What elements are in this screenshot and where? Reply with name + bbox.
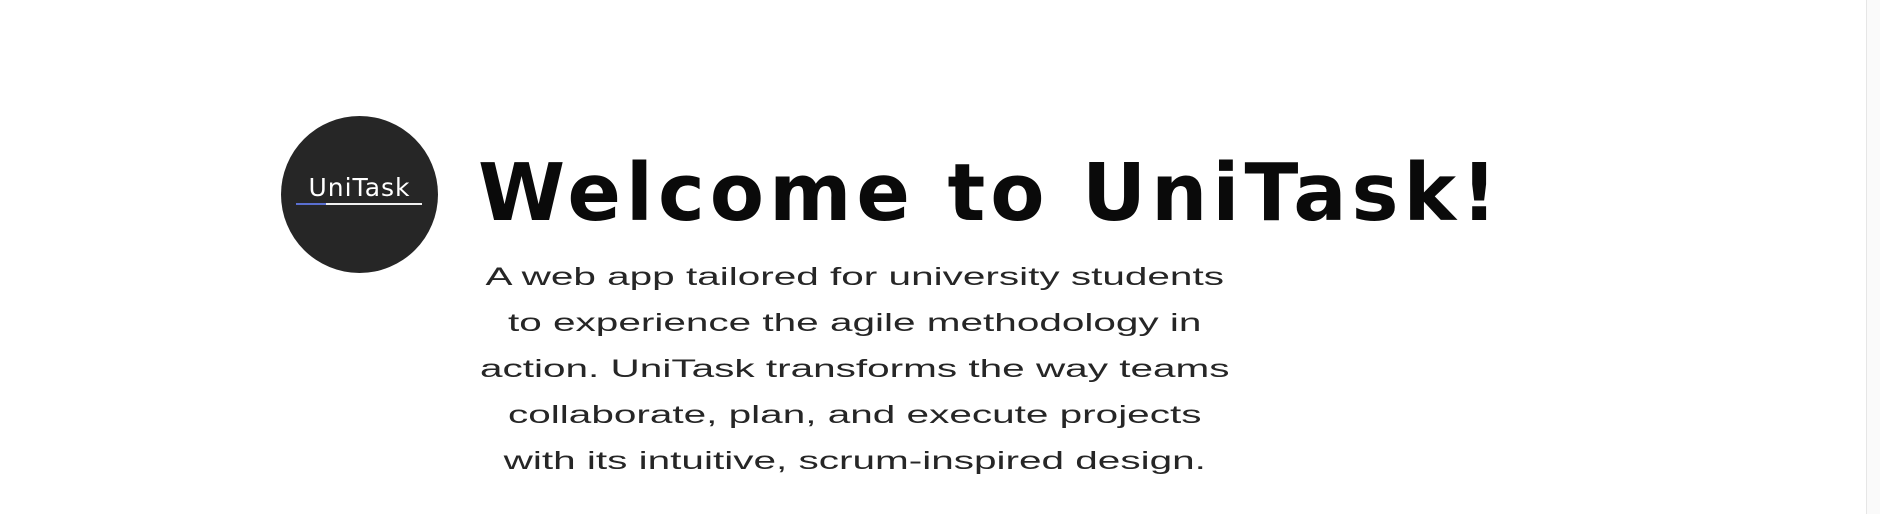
logo-wordmark: UniTask [308,173,411,202]
welcome-title: Welcome to UniTask! [478,147,1503,239]
scrollbar[interactable] [1866,0,1880,514]
logo-underline-accent [296,203,326,205]
hero-description: A web app tailored for university studen… [479,263,1230,475]
unitask-logo: UniTask [281,116,438,273]
